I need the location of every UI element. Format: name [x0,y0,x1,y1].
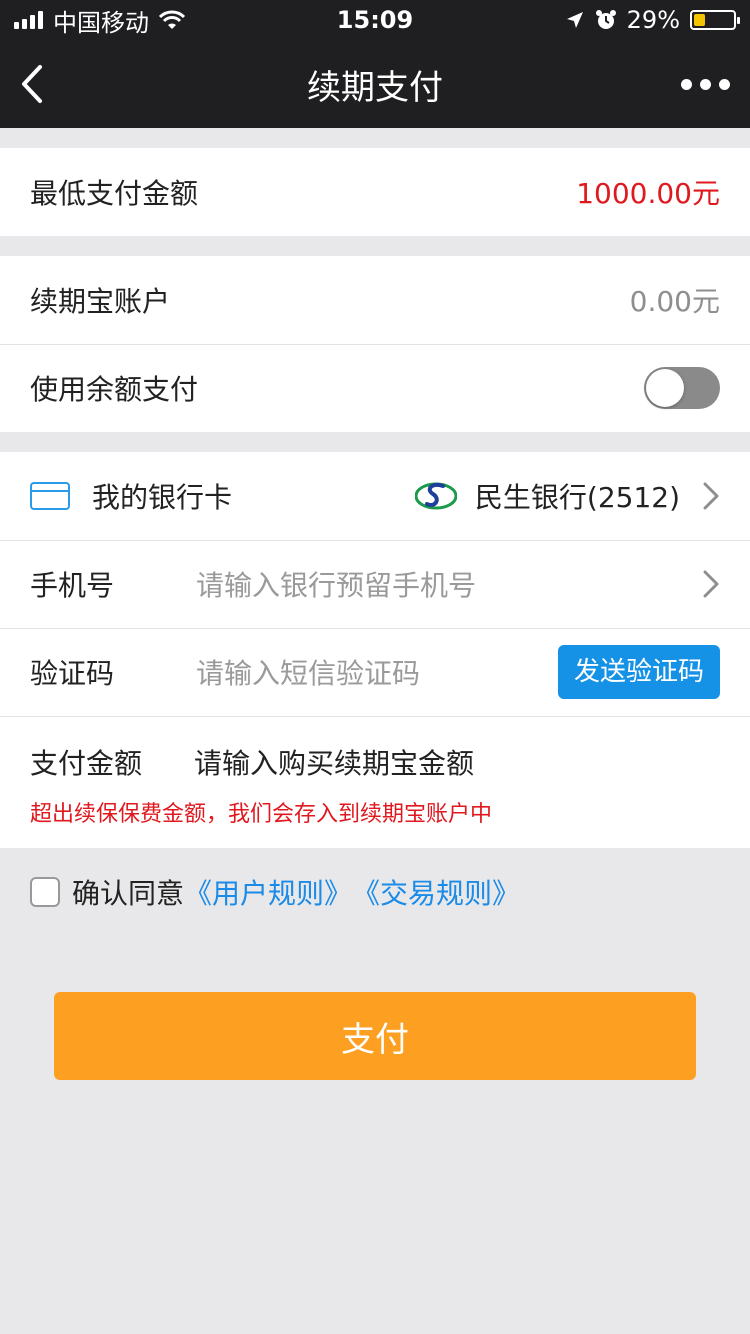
status-bar: 中国移动 15:09 29% [0,0,750,40]
code-input[interactable]: 请输入短信验证码 [196,652,558,692]
chevron-left-icon [22,65,42,103]
user-rules-link[interactable]: 《用户规则》 [184,872,352,912]
min-payment-row: 最低支付金额 1000.00元 [0,148,750,236]
chevron-right-icon [703,482,719,510]
amount-label: 支付金额 [30,747,143,780]
pay-button[interactable]: 支付 [54,992,696,1080]
bank-card-icon [30,482,70,510]
status-right: 29% [565,6,740,34]
chevron-right-icon [703,570,719,598]
code-row: 验证码 请输入短信验证码 发送验证码 [0,628,750,716]
more-dots-icon [681,78,730,90]
battery-percent: 29% [626,6,680,34]
amount-row: 支付金额 请输入购买续期宝金额 超出续保保费金额，我们会存入到续期宝账户中 [0,716,750,848]
bank-logo-icon [414,482,457,510]
send-code-button[interactable]: 发送验证码 [557,645,720,699]
agreement-checkbox[interactable] [30,877,60,907]
bank-card-row[interactable]: 我的银行卡 民生银行(2512) [0,452,750,540]
bank-card-label: 我的银行卡 [92,481,233,514]
wifi-icon [159,10,185,29]
back-button[interactable] [20,64,44,104]
page-title: 续期支付 [307,67,443,108]
carrier-name: 中国移动 [53,8,149,37]
status-left: 中国移动 [14,3,185,38]
toggle-knob [646,369,684,407]
nav-bar: 续期支付 [0,40,750,128]
agreement-row: 确认同意 《用户规则》 《交易规则》 [0,848,750,936]
min-payment-card: 最低支付金额 1000.00元 [0,148,750,236]
code-label: 验证码 [30,657,115,690]
phone-row[interactable]: 手机号 请输入银行预留手机号 [0,540,750,628]
bank-select[interactable]: 民生银行(2512) [414,476,680,516]
location-arrow-icon [566,12,583,28]
signal-icon [14,11,43,29]
amount-hint: 超出续保保费金额，我们会存入到续期宝账户中 [30,802,493,827]
balance-row: 使用余额支付 [0,344,750,432]
phone-label: 手机号 [30,569,115,602]
account-card: 续期宝账户 0.00元 使用余额支付 [0,256,750,432]
phone-input[interactable]: 请输入银行预留手机号 [196,564,680,604]
alarm-icon [595,10,616,29]
amount-input[interactable]: 请输入购买续期宝金额 [194,742,720,782]
account-row: 续期宝账户 0.00元 [0,256,750,344]
account-label: 续期宝账户 [30,285,171,318]
more-button[interactable] [681,78,730,90]
payment-form-card: 我的银行卡 民生银行(2512) 手机号 请输入银行预留手机号 验证码 请输入短… [0,452,750,848]
agreement-prefix: 确认同意 [72,877,185,910]
min-payment-label: 最低支付金额 [30,177,199,210]
battery-icon [690,10,740,30]
min-payment-value: 1000.00元 [576,177,720,210]
account-value: 0.00元 [629,285,720,318]
bank-name: 民生银行(2512) [474,481,680,514]
trade-rules-link[interactable]: 《交易规则》 [352,872,520,912]
amount-line: 支付金额 请输入购买续期宝金额 [30,742,720,782]
balance-label: 使用余额支付 [30,373,199,406]
balance-toggle[interactable] [644,367,720,409]
